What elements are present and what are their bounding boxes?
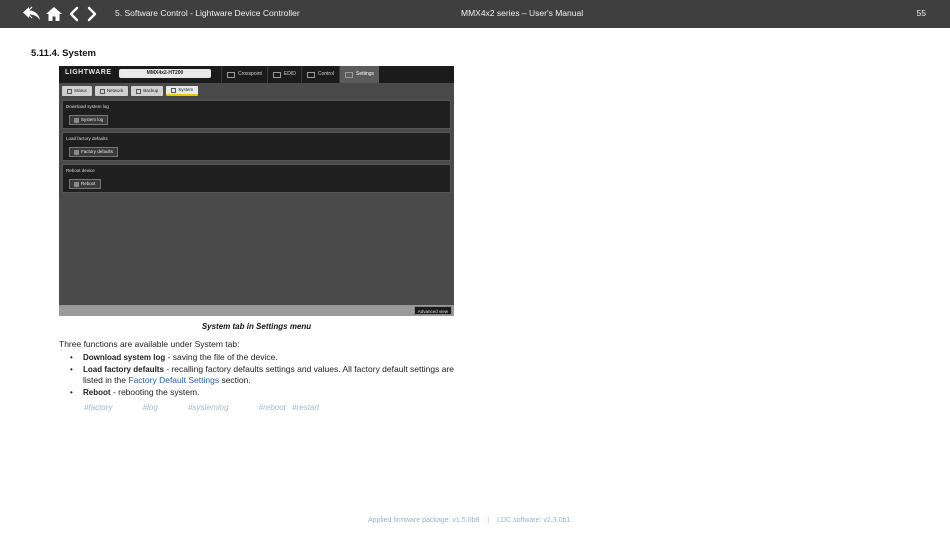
software-version: LDC software: v2.3.0b1 xyxy=(497,517,571,524)
control-icon xyxy=(306,71,315,78)
figure-caption: System tab in Settings menu xyxy=(201,322,312,331)
system-log-button: System log xyxy=(69,115,109,125)
panel-label: Download system log xyxy=(66,104,109,109)
page-footer: Applied firmware package: v1.5.0b8 | LDC s… xyxy=(368,517,570,524)
lightware-logo: LIGHTWARE xyxy=(65,69,112,76)
reboot-icon xyxy=(74,181,79,187)
keyword-tags: #factory #log #systemlog #reboot #restar… xyxy=(84,403,347,412)
settings-sub-tabs: Status Network Backup System xyxy=(62,86,199,96)
menu-tab-edid: EDID xyxy=(266,66,301,83)
sub-tab-backup: Backup xyxy=(131,86,164,96)
tag: #factory xyxy=(84,403,113,412)
menu-tab-settings: Settings xyxy=(338,66,380,83)
system-icon xyxy=(171,87,177,93)
reset-icon xyxy=(74,149,79,155)
menu-tab-crosspoint: Crosspoint xyxy=(221,66,267,83)
previous-page-icon[interactable] xyxy=(67,6,81,22)
back-history-icon[interactable] xyxy=(22,6,41,22)
nav-icons xyxy=(22,5,99,23)
sub-tab-status: Status xyxy=(62,86,92,96)
network-icon xyxy=(99,88,105,94)
status-icon xyxy=(67,88,72,94)
panel-label: Reboot device xyxy=(66,168,95,173)
backup-icon xyxy=(136,88,142,94)
page-number: 55 xyxy=(916,8,926,18)
edid-icon xyxy=(272,71,281,78)
screenshot-bottom-bar xyxy=(59,305,454,316)
top-bar: 5. Software Control - Lightware Device C… xyxy=(0,0,950,28)
crosspoint-icon xyxy=(227,71,235,78)
list-item: Reboot - rebooting the system. xyxy=(59,387,454,399)
tag: #systemlog xyxy=(188,403,229,412)
panel-load-factory-defaults: Load factory defaults Factory defaults xyxy=(62,132,451,161)
term-load-factory-defaults: Load factory defaults xyxy=(83,364,164,374)
intro-text: Three functions are available under Syst… xyxy=(59,339,240,349)
reboot-button: Reboot xyxy=(69,179,101,189)
panel-reboot-device: Reboot device Reboot xyxy=(62,164,451,193)
function-list: Download system log - saving the file of… xyxy=(59,352,454,399)
device-name-field: MMX4x2-HT200 xyxy=(119,69,211,78)
list-item: Load factory defaults - recalling factor… xyxy=(59,364,454,387)
sub-tab-network: Network xyxy=(94,86,129,96)
next-page-icon[interactable] xyxy=(85,6,99,22)
settings-screenshot: LIGHTWARE MMX4x2-HT200 Crosspoint EDID C… xyxy=(59,66,454,316)
chapter-title[interactable]: 5. Software Control - Lightware Device C… xyxy=(115,8,300,18)
download-icon xyxy=(74,117,79,123)
tag: #log xyxy=(142,403,158,412)
advanced-view-button: Advanced view xyxy=(413,306,452,315)
factory-default-settings-link[interactable]: Factory Default Settings xyxy=(128,375,219,385)
footer-separator: | xyxy=(487,517,490,524)
main-menu-tabs: Crosspoint EDID Control Settings xyxy=(221,66,380,83)
term-download-system-log: Download system log xyxy=(83,353,166,362)
section-heading: 5.11.4. System xyxy=(31,48,96,59)
list-item: Download system log - saving the file of… xyxy=(59,352,454,364)
term-reboot: Reboot xyxy=(83,388,111,398)
firmware-version: Applied firmware package: v1.5.0b8 xyxy=(368,517,480,524)
home-icon[interactable] xyxy=(45,6,63,22)
sub-tab-system: System xyxy=(166,86,199,96)
tag: #restart xyxy=(292,403,320,412)
screenshot-top-bar: LIGHTWARE MMX4x2-HT200 Crosspoint EDID C… xyxy=(59,66,454,83)
panel-label: Load factory defaults xyxy=(66,136,108,141)
menu-tab-control: Control xyxy=(300,66,339,83)
settings-icon xyxy=(344,71,353,78)
panel-download-system-log: Download system log System log xyxy=(62,100,451,129)
factory-defaults-button: Factory defaults xyxy=(69,147,119,157)
tag: #reboot xyxy=(258,403,286,412)
manual-title: MMX4x2 series – User's Manual xyxy=(461,8,584,18)
